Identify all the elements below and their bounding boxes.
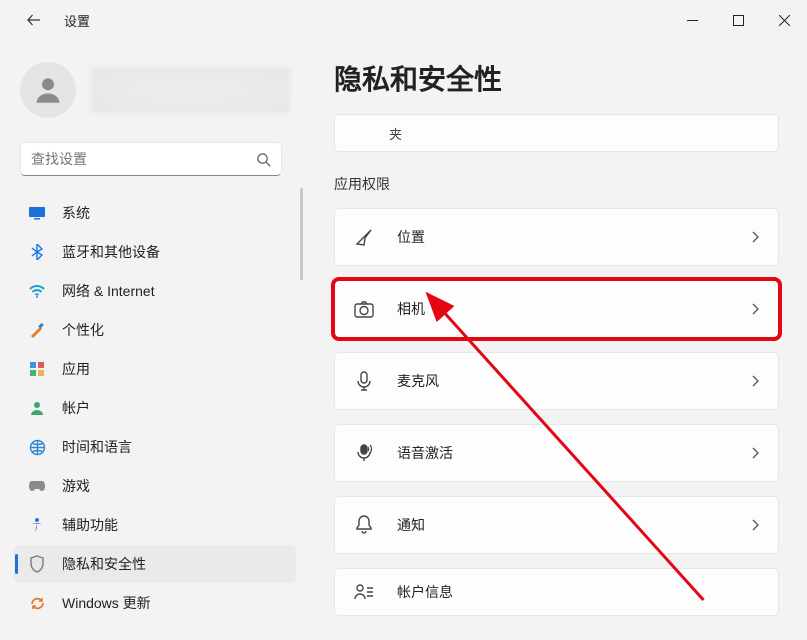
sidebar-item-label: 辅助功能 [62, 515, 118, 535]
search-icon [256, 152, 271, 167]
search-input-container[interactable] [20, 142, 282, 176]
row-camera[interactable]: 相机 [334, 280, 779, 338]
row-label: 帐户信息 [397, 582, 760, 602]
gamepad-icon [28, 477, 46, 495]
sidebar: 系统 蓝牙和其他设备 网络 & Internet 个性化 应用 [0, 40, 300, 640]
person-icon [28, 399, 46, 417]
sidebar-item-label: 网络 & Internet [62, 281, 155, 301]
sidebar-item-label: 应用 [62, 359, 90, 379]
row-microphone[interactable]: 麦克风 [334, 352, 779, 410]
user-block[interactable] [14, 52, 296, 138]
sidebar-item-personalization[interactable]: 个性化 [14, 311, 296, 349]
chevron-right-icon [750, 446, 760, 460]
partial-row-top[interactable]: 夹 [334, 114, 779, 152]
chevron-right-icon [750, 230, 760, 244]
avatar [20, 62, 76, 118]
window-controls [669, 0, 807, 40]
sidebar-item-time-language[interactable]: 时间和语言 [14, 428, 296, 466]
apps-icon [28, 360, 46, 378]
maximize-button[interactable] [715, 0, 761, 40]
search-input[interactable] [31, 151, 248, 167]
row-voice-activation[interactable]: 语音激活 [334, 424, 779, 482]
chevron-right-icon [750, 374, 760, 388]
bell-icon [353, 514, 375, 536]
sidebar-item-gaming[interactable]: 游戏 [14, 467, 296, 505]
sidebar-item-label: Windows 更新 [62, 593, 151, 613]
sidebar-item-privacy[interactable]: 隐私和安全性 [14, 545, 296, 583]
permission-rows: 位置 相机 麦克风 语音激活 [334, 208, 779, 616]
chevron-right-icon [750, 518, 760, 532]
app-title: 设置 [64, 11, 90, 30]
paintbrush-icon [28, 321, 46, 339]
titlebar: 设置 [0, 0, 807, 40]
shield-icon [28, 555, 46, 573]
back-button[interactable] [20, 6, 48, 34]
sidebar-item-label: 游戏 [62, 476, 90, 496]
bluetooth-icon [28, 243, 46, 261]
row-label: 麦克风 [397, 371, 728, 391]
sidebar-item-label: 隐私和安全性 [62, 554, 146, 574]
user-name-blurred [90, 67, 290, 113]
globe-clock-icon [28, 438, 46, 456]
chevron-right-icon [750, 302, 760, 316]
row-account-info[interactable]: 帐户信息 [334, 568, 779, 616]
section-label-app-permissions: 应用权限 [334, 174, 779, 194]
account-info-icon [353, 581, 375, 603]
sidebar-item-label: 帐户 [62, 398, 90, 418]
voice-activation-icon [353, 442, 375, 464]
row-notifications[interactable]: 通知 [334, 496, 779, 554]
update-icon [28, 594, 46, 612]
sidebar-item-system[interactable]: 系统 [14, 194, 296, 232]
sidebar-item-label: 时间和语言 [62, 437, 132, 457]
wifi-icon [28, 282, 46, 300]
location-icon [353, 226, 375, 248]
accessibility-icon [28, 516, 46, 534]
sidebar-item-label: 蓝牙和其他设备 [62, 242, 160, 262]
sidebar-item-windows-update[interactable]: Windows 更新 [14, 584, 296, 622]
sidebar-item-accounts[interactable]: 帐户 [14, 389, 296, 427]
page-title: 隐私和安全性 [334, 58, 779, 98]
camera-icon [353, 298, 375, 320]
minimize-button[interactable] [669, 0, 715, 40]
nav-list: 系统 蓝牙和其他设备 网络 & Internet 个性化 应用 [14, 194, 296, 622]
sidebar-item-apps[interactable]: 应用 [14, 350, 296, 388]
sidebar-item-accessibility[interactable]: 辅助功能 [14, 506, 296, 544]
microphone-icon [353, 370, 375, 392]
close-button[interactable] [761, 0, 807, 40]
row-location[interactable]: 位置 [334, 208, 779, 266]
display-icon [28, 204, 46, 222]
sidebar-item-bluetooth[interactable]: 蓝牙和其他设备 [14, 233, 296, 271]
sidebar-item-network[interactable]: 网络 & Internet [14, 272, 296, 310]
sidebar-item-label: 系统 [62, 203, 90, 223]
main-panel: 隐私和安全性 夹 应用权限 位置 相机 麦克风 [300, 40, 807, 640]
row-label: 位置 [397, 227, 728, 247]
row-label: 通知 [397, 515, 728, 535]
row-label: 相机 [397, 299, 728, 319]
sidebar-item-label: 个性化 [62, 320, 104, 340]
row-label: 语音激活 [397, 443, 728, 463]
